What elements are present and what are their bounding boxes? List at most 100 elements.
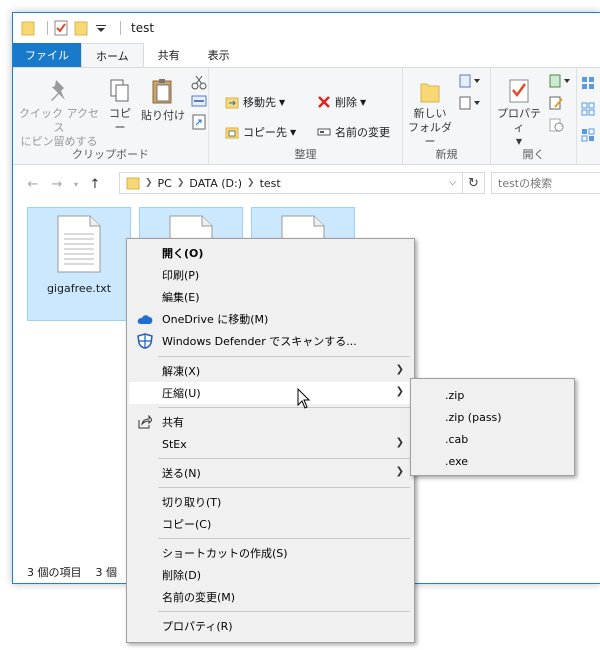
tab-share[interactable]: 共有: [144, 43, 194, 67]
menu-item-label: 開く(O): [162, 247, 204, 260]
address-dropdown-icon[interactable]: ⌵: [449, 178, 456, 188]
menu-separator: [158, 538, 410, 539]
clipboard-group: クイック アクセス にピン留めする コピー 貼り付け クリップボード: [13, 68, 209, 164]
delete-dropdown-icon: ▼: [360, 97, 367, 107]
copy-to-label: コピー先: [243, 126, 287, 139]
open-group-label: 開く: [522, 148, 545, 161]
menu-item-print[interactable]: 印刷(P): [129, 264, 412, 286]
menu-item-rename[interactable]: 名前の変更(M): [129, 586, 412, 608]
search-placeholder: testの検索: [498, 177, 553, 190]
copy-label: コピー: [109, 107, 131, 134]
copy-to-button[interactable]: コピー先 ▼: [225, 124, 296, 140]
new-folder-button[interactable]: 新しい フォルダー: [405, 78, 455, 149]
submenu-arrow-icon: ❯: [395, 437, 404, 448]
menu-item-defender-scan[interactable]: Windows Defender でスキャンする...: [129, 330, 412, 352]
edit-icon[interactable]: [549, 96, 565, 110]
menu-item-edit[interactable]: 編集(E): [129, 286, 412, 308]
menu-separator: [158, 487, 410, 488]
copy-to-icon: [225, 127, 239, 139]
up-icon[interactable]: ↑: [83, 177, 107, 192]
copy-path-icon[interactable]: [191, 94, 207, 108]
new-folder-icon: [420, 83, 440, 103]
breadcrumb-pc[interactable]: PC: [158, 177, 172, 190]
mouse-cursor-icon: [297, 388, 311, 409]
copy-to-dropdown-icon: ▼: [290, 127, 297, 137]
menu-item-properties[interactable]: プロパティ(R): [129, 615, 412, 637]
title-bar: test: [13, 13, 600, 43]
share-icon: [137, 414, 153, 430]
easy-access-icon[interactable]: [459, 96, 483, 110]
search-input[interactable]: testの検索: [491, 172, 600, 194]
breadcrumb-folder[interactable]: test: [260, 177, 281, 190]
menu-item-copy[interactable]: コピー(C): [129, 513, 412, 535]
text-file-icon: [57, 215, 101, 273]
submenu-item-label: .zip (pass): [445, 410, 502, 424]
new-item-icon[interactable]: [459, 74, 483, 88]
recent-locations-icon[interactable]: ▾: [69, 180, 83, 189]
folder-icon: [21, 21, 35, 36]
tab-view[interactable]: 表示: [194, 43, 244, 67]
submenu-item-cab[interactable]: .cab: [413, 428, 572, 450]
clipboard-group-label: クリップボード: [72, 148, 149, 161]
properties-quick-icon[interactable]: [54, 20, 68, 36]
customize-dropdown-icon[interactable]: [94, 20, 108, 36]
open-group: プロパティ ▼ 開く: [491, 68, 577, 164]
move-to-dropdown-icon: ▼: [279, 97, 286, 107]
pin-label-1: クイック アクセス: [19, 107, 99, 134]
breadcrumb-separator[interactable]: ❯: [145, 178, 153, 188]
tab-file[interactable]: ファイル: [13, 43, 81, 67]
menu-item-send-to[interactable]: 送る(N) ❯: [129, 462, 412, 484]
menu-item-label: 削除(D): [162, 569, 202, 582]
pin-quick-access-button[interactable]: クイック アクセス にピン留めする: [19, 78, 99, 149]
delete-button[interactable]: 削除 ▼: [317, 94, 366, 110]
forward-icon[interactable]: →: [45, 177, 69, 192]
title-separator: [47, 21, 48, 35]
breadcrumb-drive[interactable]: DATA (D:): [189, 177, 242, 190]
rename-button[interactable]: 名前の変更: [317, 124, 390, 140]
refresh-button[interactable]: ↻: [463, 172, 485, 194]
cut-icon[interactable]: [191, 74, 207, 90]
select-all-icon[interactable]: [581, 76, 595, 90]
submenu-item-label: .exe: [445, 454, 469, 468]
submenu-item-exe[interactable]: .exe: [413, 450, 572, 472]
item-count: 3 個の項目: [27, 566, 82, 579]
menu-item-share[interactable]: 共有: [129, 411, 412, 433]
menu-item-onedrive[interactable]: OneDrive に移動(M): [129, 308, 412, 330]
back-icon[interactable]: ←: [21, 177, 45, 192]
menu-item-open[interactable]: 開く(O): [129, 242, 412, 264]
menu-item-extract[interactable]: 解凍(X) ❯: [129, 360, 412, 382]
submenu-item-zip[interactable]: .zip: [413, 384, 572, 406]
copy-button[interactable]: コピー: [105, 78, 135, 135]
menu-item-delete[interactable]: 削除(D): [129, 564, 412, 586]
menu-item-stex[interactable]: StEx ❯: [129, 433, 412, 455]
navigation-bar: ← → ▾ ↑ ❯ PC ❯ DATA (D:) ❯ test ⌵ ↻ test…: [13, 171, 600, 197]
breadcrumb-separator[interactable]: ❯: [177, 178, 185, 188]
copy-icon: [110, 79, 129, 102]
properties-button[interactable]: プロパティ ▼: [493, 78, 545, 149]
address-bar[interactable]: ❯ PC ❯ DATA (D:) ❯ test ⌵: [119, 172, 463, 194]
menu-item-create-shortcut[interactable]: ショートカットの作成(S): [129, 542, 412, 564]
menu-item-label: 切り取り(T): [162, 496, 222, 509]
paste-button[interactable]: 貼り付け: [141, 78, 185, 123]
history-icon[interactable]: [549, 118, 565, 132]
menu-item-label: 編集(E): [162, 291, 200, 304]
select-none-icon[interactable]: [581, 102, 595, 116]
move-to-button[interactable]: 移動先 ▼: [225, 94, 285, 110]
pin-icon: [51, 80, 65, 101]
menu-item-label: プロパティ(R): [162, 620, 233, 633]
paste-shortcut-icon[interactable]: [191, 114, 207, 130]
new-folder-quick-icon[interactable]: [74, 20, 88, 36]
open-icon[interactable]: [549, 74, 573, 88]
organize-group: 移動先 ▼ コピー先 ▼ 削除 ▼ 名前の変更 整理: [209, 68, 403, 164]
menu-item-cut[interactable]: 切り取り(T): [129, 491, 412, 513]
breadcrumb-separator[interactable]: ❯: [247, 178, 255, 188]
tab-home[interactable]: ホーム: [81, 43, 144, 67]
submenu-item-zip-pass[interactable]: .zip (pass): [413, 406, 572, 428]
invert-selection-icon[interactable]: [581, 128, 595, 142]
menu-item-compress[interactable]: 圧縮(U) ❯: [129, 382, 412, 404]
file-item[interactable]: gigafree.txt: [27, 207, 131, 321]
menu-item-label: 印刷(P): [162, 269, 200, 282]
title-separator-2: [120, 21, 121, 35]
onedrive-cloud-icon: [137, 311, 153, 327]
menu-item-label: 圧縮(U): [162, 387, 201, 400]
